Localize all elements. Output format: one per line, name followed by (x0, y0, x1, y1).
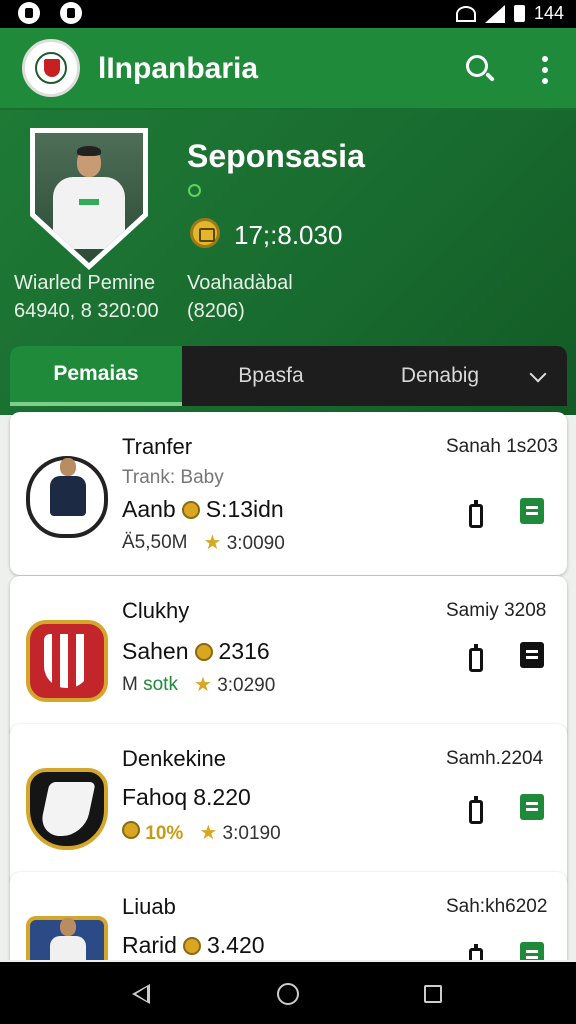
item-meta: Ä5,50M ★ 3:0090 (122, 531, 285, 555)
action-icon[interactable] (520, 794, 544, 820)
item-date: Samh.2204 (446, 748, 544, 769)
status-bar: 144 (0, 0, 576, 28)
player-value: 64940, 8 320:00 (14, 300, 159, 322)
search-button[interactable] (460, 50, 498, 88)
battery-icon (513, 5, 525, 22)
item-date: Samiy 3208 (446, 600, 547, 621)
recents-icon[interactable] (424, 985, 442, 1003)
club-crest (26, 620, 108, 710)
club-crest (26, 916, 108, 960)
app-title: lInpanbaria (98, 52, 259, 85)
item-date: Sah:kh6202 (446, 896, 548, 917)
tab-pemaias[interactable]: Pemaias (10, 346, 182, 406)
item-meta: M sotk ★ 3:0290 (122, 673, 276, 697)
hero-label: Voahadàbal (187, 272, 293, 294)
coin-icon (122, 820, 140, 839)
item-title: Denkekine (122, 746, 226, 771)
club-logo (22, 39, 80, 97)
signal-icon (484, 4, 505, 23)
coin-balance: 17;:8.030 (234, 220, 343, 250)
notification-icon (18, 2, 40, 24)
status-time: 144 (533, 3, 564, 23)
club-name: Seponsasia (187, 138, 365, 174)
item-title: Liuab (122, 894, 176, 919)
phone-icon[interactable] (469, 944, 483, 960)
system-nav-bar (0, 962, 576, 1024)
list-item[interactable]: Clukhy Samiy 3208 Sahen 2316 M sotk ★ 3:… (10, 576, 567, 739)
back-icon[interactable] (132, 984, 150, 1004)
action-icon[interactable] (520, 498, 544, 524)
phone-icon[interactable] (469, 644, 483, 672)
item-meta: 10% ★ 3:0190 (122, 820, 281, 845)
star-icon: ★ (199, 822, 218, 844)
online-indicator (188, 184, 201, 197)
club-crest (26, 456, 108, 546)
list-item[interactable]: Tranfer Sanah 1s203 Trank: Baby Aanb S:1… (10, 412, 567, 575)
transfer-list: Tranfer Sanah 1s203 Trank: Baby Aanb S:1… (0, 408, 576, 960)
wifi-icon (455, 5, 476, 22)
tab-bar: Pemaias Bpasfa Denabig (10, 346, 567, 406)
player-badge[interactable] (30, 128, 148, 270)
coin-icon (182, 936, 201, 955)
hero-sub-label: (8206) (187, 300, 245, 322)
tab-bpasfa[interactable]: Bpasfa (182, 346, 360, 406)
action-icon[interactable] (520, 642, 544, 668)
coin-icon (181, 500, 200, 519)
item-line: Sahen 2316 (122, 638, 270, 664)
club-crest (26, 768, 108, 858)
item-line: Rarid 3.420 (122, 932, 265, 958)
star-icon: ★ (203, 532, 222, 554)
coin-icon (190, 218, 220, 248)
item-line: Aanb S:13idn (122, 496, 284, 522)
more-options-button[interactable] (530, 54, 560, 86)
phone-icon[interactable] (469, 796, 483, 824)
more-vert-icon (542, 56, 548, 62)
clock-icon (60, 2, 82, 24)
action-icon[interactable] (520, 942, 544, 960)
list-item[interactable]: Liuab Sah:kh6202 Rarid 3.420 (10, 872, 567, 960)
item-line: Fahoq 8.220 (122, 784, 251, 810)
home-icon[interactable] (277, 983, 299, 1005)
item-title: Clukhy (122, 598, 190, 623)
coin-icon (194, 642, 213, 661)
tab-denabig[interactable]: Denabig (360, 346, 520, 406)
item-title: Tranfer (122, 434, 193, 459)
star-icon: ★ (193, 674, 212, 696)
item-date: Sanah 1s203 (446, 436, 558, 457)
chevron-down-icon[interactable] (529, 365, 547, 383)
app-bar: lInpanbaria (0, 28, 576, 110)
item-subtitle: Trank: Baby (122, 467, 224, 488)
player-name: Wiarled Pemine (14, 272, 156, 294)
phone-icon[interactable] (469, 500, 483, 528)
list-item[interactable]: Denkekine Samh.2204 Fahoq 8.220 10% ★ 3:… (10, 724, 567, 887)
